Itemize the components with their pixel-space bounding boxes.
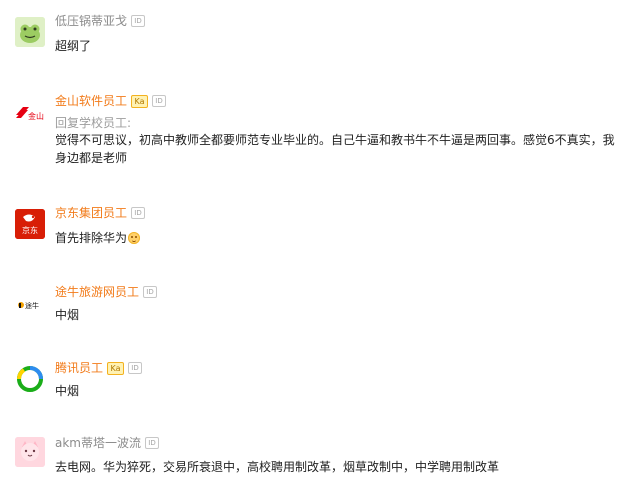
- tencent-logo-icon[interactable]: [15, 364, 45, 394]
- comment-meta: 低压锅蒂亚戈 ID: [55, 12, 146, 30]
- id-badge: ID: [143, 286, 158, 298]
- comment-text: 去电网。华为猝死，交易所衰退中，高校聘用制改革，烟草改制中，中学聘用制改革: [55, 460, 500, 474]
- comment-item: akm蒂塔一波流 ID 去电网。华为猝死，交易所衰退中，高校聘用制改革，烟草改制…: [0, 425, 640, 487]
- id-badge: ID: [131, 207, 146, 219]
- id-badge: ID: [152, 95, 167, 107]
- comment-text: 中烟: [55, 308, 80, 322]
- kingsoft-logo-text: 金山: [28, 111, 44, 121]
- comment-text: 觉得不可思议，初高中教师全都要师范专业毕业的。自己牛逼和教书牛不牛逼是两回事。感…: [55, 133, 615, 165]
- comment-author[interactable]: 金山软件员工: [55, 93, 127, 109]
- ka-badge: Ka: [131, 94, 149, 108]
- comment-text: 超纲了: [55, 39, 92, 53]
- comment-meta: 腾讯员工 Ka ID: [55, 359, 143, 377]
- comment-meta: 途牛旅游网员工 ID: [55, 283, 158, 301]
- comment-item: 京东 京东集团员工 ID 首先排除华为: [0, 192, 640, 256]
- id-badge: ID: [131, 15, 146, 27]
- comment-item: 低压锅蒂亚戈 ID 超纲了: [0, 0, 640, 70]
- jd-logo-icon[interactable]: 京东: [15, 209, 45, 239]
- comment-author[interactable]: 低压锅蒂亚戈: [55, 13, 127, 29]
- kingsoft-logo-icon[interactable]: 金山: [15, 99, 45, 129]
- comment-feed: 低压锅蒂亚戈 ID 超纲了 金山 金山软件员工 Ka ID 回复学校员工: 觉得…: [0, 0, 640, 487]
- comment-author[interactable]: 途牛旅游网员工: [55, 284, 139, 300]
- comment-text: 中烟: [55, 384, 80, 398]
- reply-label: 回复学校员工:: [55, 116, 132, 130]
- smile-emoji-icon: [128, 232, 141, 244]
- ka-badge: Ka: [107, 361, 125, 375]
- id-badge: ID: [128, 362, 143, 374]
- tuniu-logo-icon[interactable]: 途牛: [15, 290, 45, 320]
- comment-item: 途牛 途牛旅游网员工 ID 中烟: [0, 275, 640, 337]
- comment-text: 首先排除华为: [55, 231, 128, 245]
- comment-meta: akm蒂塔一波流 ID: [55, 434, 159, 452]
- comment-item: 金山 金山软件员工 Ka ID 回复学校员工: 觉得不可思议，初高中教师全都要师…: [0, 83, 640, 183]
- comment-meta: 京东集团员工 ID: [55, 204, 146, 222]
- comment-author[interactable]: akm蒂塔一波流: [55, 435, 141, 451]
- id-badge: ID: [145, 437, 159, 449]
- comment-author[interactable]: 腾讯员工: [55, 360, 103, 376]
- cat-avatar-icon[interactable]: [15, 437, 45, 467]
- comment-meta: 金山软件员工 Ka ID: [55, 92, 167, 110]
- frog-avatar-icon[interactable]: [15, 17, 45, 47]
- smile-emoji-mouth: [132, 239, 137, 242]
- comment-author[interactable]: 京东集团员工: [55, 205, 127, 221]
- comment-item: 腾讯员工 Ka ID 中烟: [0, 357, 640, 419]
- tuniu-logo-text: 途牛: [25, 301, 39, 310]
- jd-logo-text: 京东: [22, 225, 38, 235]
- comment-body: 首先排除华为: [55, 229, 630, 247]
